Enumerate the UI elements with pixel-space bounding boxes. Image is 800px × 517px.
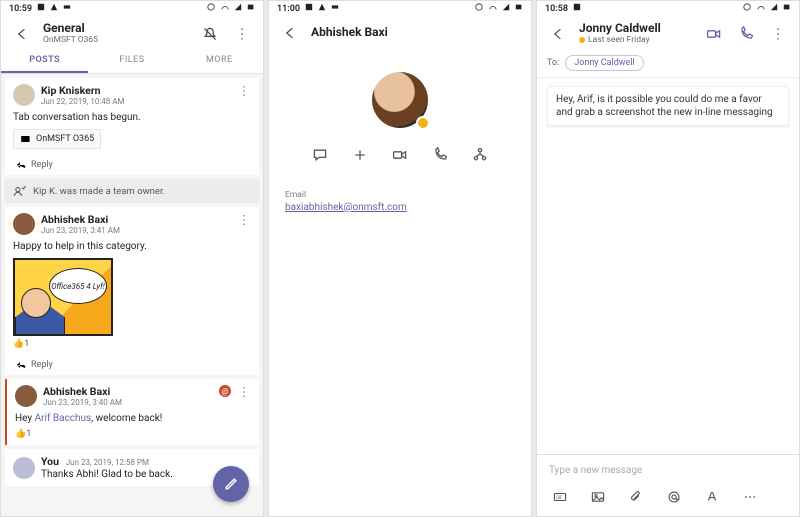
post-body: Happy to help in this category. <box>13 235 251 254</box>
channel-title: General <box>43 22 98 35</box>
post-author: You <box>41 455 59 468</box>
org-icon[interactable] <box>471 146 489 164</box>
team-name: OnMSFT O365 <box>43 35 98 45</box>
chat-body[interactable]: Hey, Arif, is it possible you could do m… <box>537 78 799 454</box>
post-body: Hey Arif Bacchus, welcome back! <box>15 407 251 426</box>
profile-name-header: Abhishek Baxi <box>311 26 388 39</box>
tab-chip[interactable]: OnMSFT O365 <box>13 129 101 149</box>
post-author: Abhishek Baxi <box>43 385 122 398</box>
email-value[interactable]: baxiabhishek@onmsft.com <box>285 200 515 213</box>
reply-button[interactable]: Reply <box>5 355 259 375</box>
post-feed[interactable]: Kip Kniskern Jun 22, 2019, 10:48 AM Tab … <box>1 74 263 516</box>
presence-away-icon <box>416 116 430 130</box>
more-icon[interactable] <box>767 23 789 45</box>
status-time: 10:59 <box>9 4 32 14</box>
gif-icon[interactable] <box>549 486 571 508</box>
status-time: 10:58 <box>545 4 568 14</box>
post-card[interactable]: Kip Kniskern Jun 22, 2019, 10:48 AM Tab … <box>5 78 259 155</box>
chat-contact-name: Jonny Caldwell <box>579 22 661 35</box>
compose-fab[interactable] <box>213 466 249 502</box>
screen-chat: 10:58 Jonny Caldwell Last seen Friday To… <box>536 0 800 517</box>
post-time: Jun 23, 2019, 12:58 PM <box>66 458 149 467</box>
draft-bubble: Hey, Arif, is it possible you could do m… <box>547 86 789 126</box>
post-time: Jun 23, 2019, 3:40 AM <box>43 398 122 407</box>
tab-more[interactable]: MORE <box>176 49 263 73</box>
post-more-icon[interactable] <box>237 213 251 230</box>
avatar[interactable] <box>13 457 35 479</box>
attach-icon[interactable] <box>625 486 647 508</box>
channel-tabs: POSTS FILES MORE <box>1 49 263 74</box>
profile-avatar[interactable] <box>372 72 428 128</box>
back-icon[interactable] <box>547 23 569 45</box>
more-icon[interactable] <box>231 23 253 45</box>
presence-text: Last seen Friday <box>579 35 661 45</box>
back-icon[interactable] <box>279 22 301 44</box>
post-card[interactable]: @ Abhishek Baxi Jun 23, 2019, 3:40 AM He… <box>5 379 259 445</box>
chat-icon[interactable] <box>311 146 329 164</box>
post-author: Kip Kniskern <box>41 84 124 97</box>
post-more-icon[interactable] <box>237 385 251 402</box>
status-bar: 11:00 <box>269 1 531 16</box>
post-body: Thanks Abhi! Glad to be back. <box>41 468 173 480</box>
screen-profile: 11:00 Abhishek Baxi Email baxiabhishek@o… <box>268 0 532 517</box>
video-icon[interactable] <box>391 146 409 164</box>
notifications-off-icon[interactable] <box>199 23 221 45</box>
status-bar: 10:58 <box>537 1 799 16</box>
profile-actions <box>285 128 515 190</box>
channel-header: General OnMSFT O365 <box>1 16 263 49</box>
status-bar: 10:59 <box>1 1 263 16</box>
mention-icon[interactable] <box>663 486 685 508</box>
email-label: Email <box>285 190 515 200</box>
video-icon[interactable] <box>703 23 725 45</box>
avatar[interactable] <box>13 213 35 235</box>
profile-body: Email baxiabhishek@onmsft.com <box>269 48 531 516</box>
tab-posts[interactable]: POSTS <box>1 49 88 73</box>
add-icon[interactable] <box>351 146 369 164</box>
post-more-icon[interactable] <box>237 84 251 101</box>
system-message: Kip K. was made a team owner. <box>5 179 259 203</box>
message-input[interactable]: Type a new message <box>537 455 799 486</box>
system-text: Kip K. was made a team owner. <box>33 186 165 197</box>
chip-label: OnMSFT O365 <box>36 134 94 144</box>
sticker-text: Office365 4 Lyf! <box>49 268 107 304</box>
back-icon[interactable] <box>11 23 33 45</box>
recipient-pill[interactable]: Jonny Caldwell <box>565 55 643 71</box>
reaction-count[interactable]: 👍1 <box>15 426 251 439</box>
sticker-image: Office365 4 Lyf! <box>13 258 113 336</box>
avatar[interactable] <box>15 385 37 407</box>
post-body: Tab conversation has begun. <box>13 106 251 125</box>
post-author: Abhishek Baxi <box>41 213 120 226</box>
chat-header: Jonny Caldwell Last seen Friday <box>537 16 799 49</box>
reply-label: Reply <box>31 160 53 170</box>
profile-header: Abhishek Baxi <box>269 16 531 48</box>
call-icon[interactable] <box>735 23 757 45</box>
avatar[interactable] <box>13 84 35 106</box>
reaction-count[interactable]: 👍1 <box>13 336 251 349</box>
screen-channel: 10:59 General OnMSFT O365 POSTS FILES MO… <box>0 0 264 517</box>
post-time: Jun 22, 2019, 10:48 AM <box>41 97 124 106</box>
tab-files[interactable]: FILES <box>88 49 175 73</box>
mention-link[interactable]: Arif Bacchus <box>35 413 92 424</box>
image-icon[interactable] <box>587 486 609 508</box>
reply-button[interactable]: Reply <box>5 155 259 175</box>
reply-label: Reply <box>31 360 53 370</box>
composer: Type a new message <box>537 454 799 516</box>
to-label: To: <box>547 58 559 68</box>
post-card[interactable]: Abhishek Baxi Jun 23, 2019, 3:41 AM Happ… <box>5 207 259 355</box>
to-field: To: Jonny Caldwell <box>537 49 799 78</box>
more-icon[interactable] <box>739 486 761 508</box>
status-time: 11:00 <box>277 4 300 14</box>
call-icon[interactable] <box>431 146 449 164</box>
format-icon[interactable] <box>701 486 723 508</box>
presence-away-icon <box>579 37 585 43</box>
post-time: Jun 23, 2019, 3:41 AM <box>41 226 120 235</box>
